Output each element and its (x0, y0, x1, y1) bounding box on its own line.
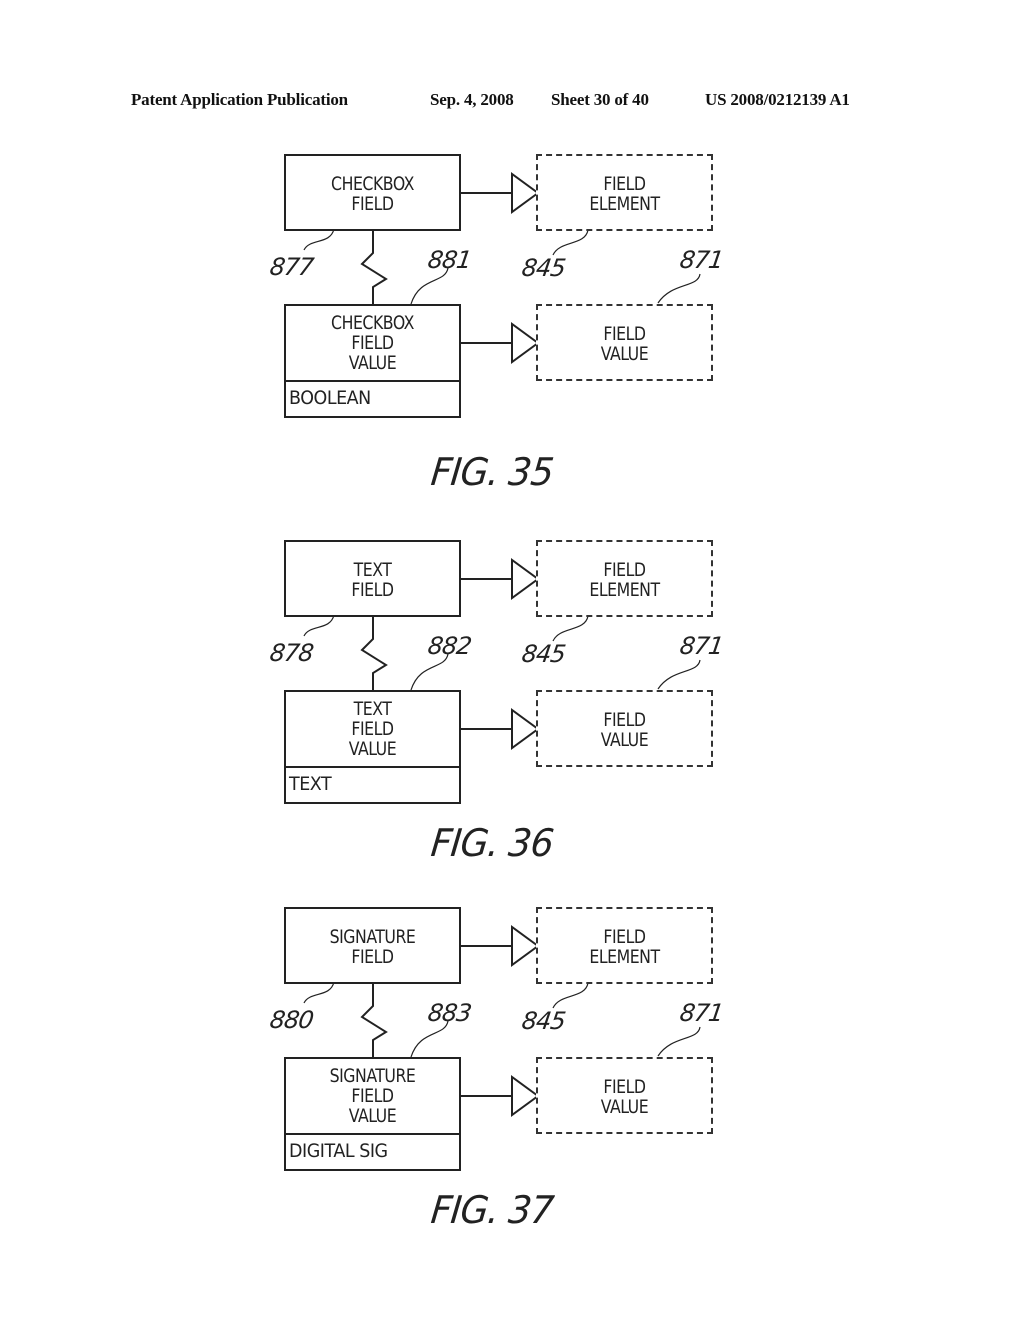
field-element-box-label: FIELD ELEMENT (589, 173, 660, 215)
ref-field-box: 880 (268, 1006, 315, 1034)
patent-number: US 2008/0212139 A1 (705, 90, 850, 109)
association-zigzag-line (360, 983, 388, 1058)
leader-line (552, 615, 589, 642)
parent-field-value-box: FIELD VALUE (536, 304, 713, 381)
ref-field-box: 878 (268, 639, 315, 667)
value-type-label: TEXT (289, 773, 332, 795)
inheritance-arrow-icon (511, 322, 540, 364)
field-element-box: FIELD ELEMENT (536, 540, 713, 617)
leader-line (657, 1026, 701, 1057)
field-value-box-label: TEXT FIELD VALUE (348, 698, 397, 760)
association-zigzag-line (360, 616, 388, 691)
publication-label: Patent Application Publication (131, 90, 348, 109)
parent-field-value-box-label: FIELD VALUE (600, 709, 649, 751)
field-value-box: TEXT FIELD VALUE TEXT (284, 690, 461, 804)
value-type-row: TEXT (286, 766, 459, 802)
figure-caption: FIG. 35 (428, 450, 556, 494)
ref-field-value-box: 883 (426, 999, 473, 1027)
field-element-box: FIELD ELEMENT (536, 907, 713, 984)
inheritance-arrow-icon (511, 925, 540, 967)
field-box-label: TEXT FIELD (351, 559, 394, 601)
value-type-label: BOOLEAN (289, 387, 371, 409)
figure-37: SIGNATURE FIELD SIGNATURE FIELD VALUE DIGIT… (0, 903, 1024, 1263)
field-element-box-label: FIELD ELEMENT (589, 926, 660, 968)
ref-field-element-box: 845 (520, 640, 567, 668)
field-element-box: FIELD ELEMENT (536, 154, 713, 231)
sheet-number: Sheet 30 of 40 (551, 90, 649, 109)
ref-parent-field-value-box: 871 (678, 999, 725, 1027)
leader-line (657, 273, 701, 304)
leader-line (303, 981, 335, 1004)
field-value-box: SIGNATURE FIELD VALUE DIGITAL SIG (284, 1057, 461, 1171)
ref-field-value-box: 882 (426, 632, 473, 660)
ref-field-element-box: 845 (520, 254, 567, 282)
value-type-row: DIGITAL SIG (286, 1133, 459, 1169)
field-box-label: SIGNATURE FIELD (329, 926, 416, 968)
ref-field-box: 877 (268, 253, 315, 281)
field-box: SIGNATURE FIELD (284, 907, 461, 984)
inheritance-arrow-icon (511, 708, 540, 750)
publication-date: Sep. 4, 2008 (430, 90, 514, 109)
leader-line (552, 229, 589, 256)
inheritance-arrow-icon (511, 172, 540, 214)
leader-line (303, 614, 335, 637)
inheritance-arrow-icon (511, 1075, 540, 1117)
parent-field-value-box: FIELD VALUE (536, 690, 713, 767)
field-box: TEXT FIELD (284, 540, 461, 617)
leader-line (303, 228, 335, 251)
field-value-box-label: SIGNATURE FIELD VALUE (329, 1065, 416, 1127)
value-type-label: DIGITAL SIG (289, 1140, 388, 1162)
field-element-box-label: FIELD ELEMENT (589, 559, 660, 601)
parent-field-value-box: FIELD VALUE (536, 1057, 713, 1134)
value-type-row: BOOLEAN (286, 380, 459, 416)
parent-field-value-box-label: FIELD VALUE (600, 1076, 649, 1118)
figure-36: TEXT FIELD TEXT FIELD VALUE TEXT FIELD ELEME… (0, 536, 1024, 896)
ref-parent-field-value-box: 871 (678, 246, 725, 274)
figure-caption: FIG. 37 (428, 1188, 556, 1232)
field-value-box: CHECKBOX FIELD VALUE BOOLEAN (284, 304, 461, 418)
figure-35: CHECKBOX FIELD CHECKBOX FIELD VALUE BOOLEAN… (0, 150, 1024, 510)
ref-field-value-box: 881 (426, 246, 473, 274)
field-box-label: CHECKBOX FIELD (331, 173, 414, 215)
inheritance-arrow-icon (511, 558, 540, 600)
ref-parent-field-value-box: 871 (678, 632, 725, 660)
association-zigzag-line (360, 230, 388, 305)
parent-field-value-box-label: FIELD VALUE (600, 323, 649, 365)
ref-field-element-box: 845 (520, 1007, 567, 1035)
field-value-box-label: CHECKBOX FIELD VALUE (331, 312, 414, 374)
leader-line (657, 659, 701, 690)
page-header: Patent Application Publication Sep. 4, 2… (0, 88, 1024, 114)
figure-caption: FIG. 36 (428, 821, 556, 865)
field-box: CHECKBOX FIELD (284, 154, 461, 231)
leader-line (552, 982, 589, 1009)
